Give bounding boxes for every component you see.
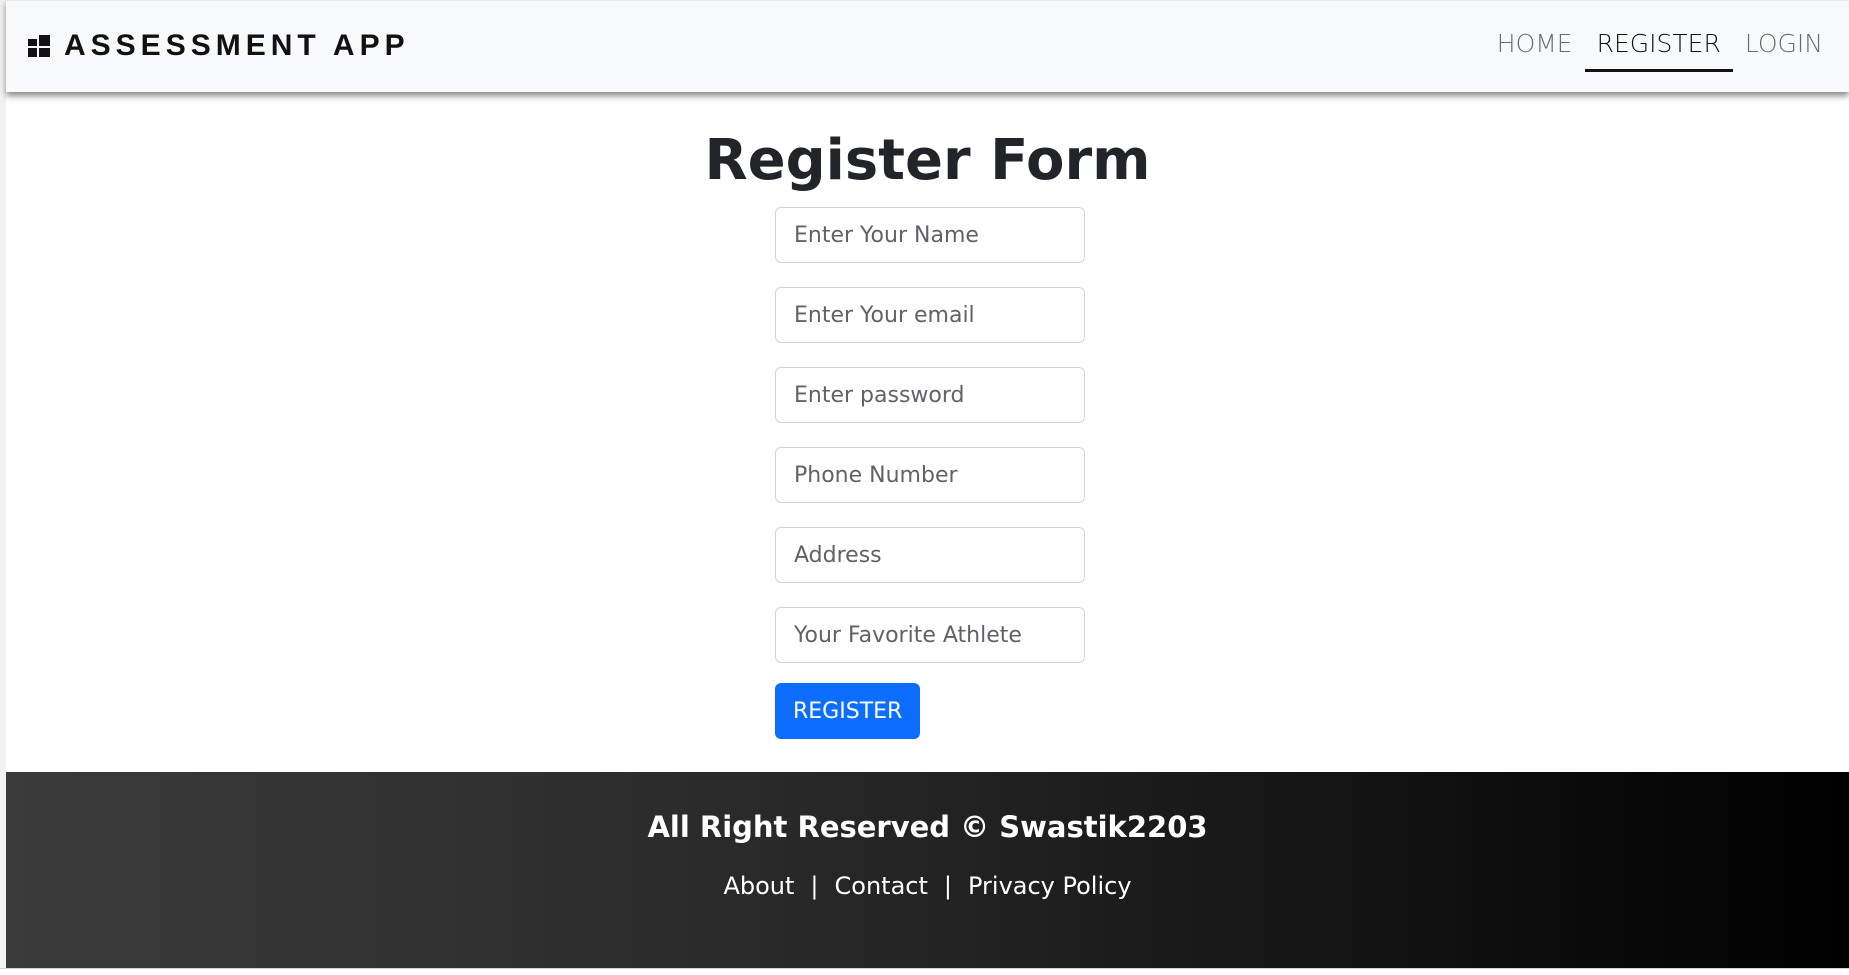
email-input[interactable] [775,287,1085,343]
main-content: Register Form REGISTER [6,91,1849,772]
brand-name: ASSESSMENT APP [64,29,410,62]
footer-link-privacy-policy[interactable]: Privacy Policy [968,872,1132,900]
register-form: REGISTER [775,207,1085,739]
nav-links: HOME REGISTER LOGIN [1485,21,1835,72]
footer-link-about[interactable]: About [723,872,794,900]
footer-link-contact[interactable]: Contact [835,872,928,900]
phone-input[interactable] [775,447,1085,503]
brand[interactable]: ASSESSMENT APP [28,29,410,63]
favorite-athlete-input[interactable] [775,607,1085,663]
footer-separator: | [810,872,819,900]
window-bottom-edge [0,968,1849,975]
footer-separator: | [943,872,952,900]
footer-copyright: All Right Reserved © Swastik2203 [647,810,1208,844]
dashboard-grid-icon [28,35,50,57]
top-navbar: ASSESSMENT APP HOME REGISTER LOGIN [6,0,1849,92]
footer-links: About | Contact | Privacy Policy [6,872,1849,900]
nav-link-login[interactable]: LOGIN [1733,21,1835,72]
page-title: Register Form [704,128,1151,193]
footer: All Right Reserved © Swastik2203 About |… [6,772,1849,968]
address-input[interactable] [775,527,1085,583]
app-window: ASSESSMENT APP HOME REGISTER LOGIN Regis… [0,0,1849,975]
name-input[interactable] [775,207,1085,263]
nav-link-register[interactable]: REGISTER [1584,21,1734,72]
nav-link-home[interactable]: HOME [1485,21,1585,72]
password-input[interactable] [775,367,1085,423]
register-button[interactable]: REGISTER [775,683,921,739]
